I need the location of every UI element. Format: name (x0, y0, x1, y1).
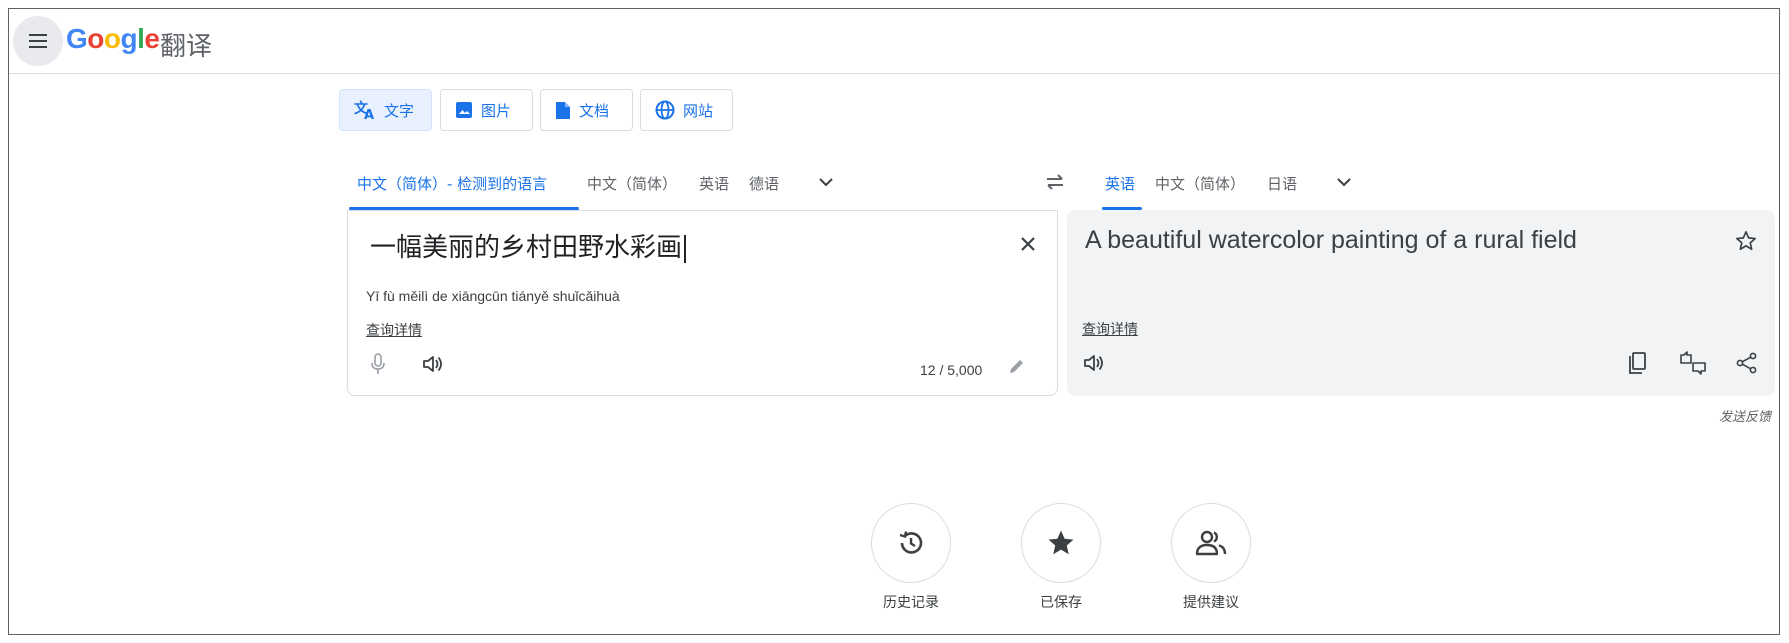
source-lang-detected[interactable]: 中文（简体）- 检测到的语言 (357, 173, 547, 194)
image-icon (456, 102, 472, 118)
main-menu-button[interactable] (13, 16, 63, 66)
close-icon (1021, 237, 1035, 251)
clear-source-button[interactable] (1013, 229, 1043, 259)
target-lang-japanese[interactable]: 日语 (1267, 173, 1297, 194)
swap-arrows-icon (1047, 174, 1063, 190)
target-lang-english[interactable]: 英语 (1105, 173, 1135, 194)
translated-text: A beautiful watercolor painting of a rur… (1085, 226, 1577, 254)
source-listen-button[interactable] (418, 349, 448, 379)
top-bar: Google 翻译 (9, 9, 1779, 74)
google-logo[interactable]: Google (66, 23, 160, 55)
microphone-icon (371, 353, 385, 374)
swap-languages-button[interactable] (1041, 169, 1069, 195)
saved-label: 已保存 (1040, 595, 1082, 611)
star-icon (1048, 530, 1074, 555)
people-icon (1195, 530, 1227, 556)
contribute-label: 提供建议 (1183, 595, 1239, 611)
history-label: 历史记录 (883, 595, 939, 611)
app-name: 翻译 (160, 32, 213, 62)
copy-translation-button[interactable] (1622, 347, 1652, 379)
chevron-down-icon (819, 178, 833, 187)
globe-icon (655, 100, 675, 120)
handwriting-button[interactable] (1003, 354, 1029, 380)
text-caret (684, 234, 686, 263)
chevron-down-icon (1337, 178, 1351, 187)
source-lang-more-button[interactable] (814, 172, 838, 192)
tab-document[interactable]: 文档 (540, 89, 633, 131)
document-icon (556, 101, 570, 119)
source-pinyin: Yī fù měilì de xiāngcūn tiányě shuǐcǎihu… (366, 288, 620, 304)
history-icon (899, 531, 923, 554)
source-text-panel: 一幅美丽的乡村田野水彩画 Yī fù měilì de xiāngcūn tiá… (347, 210, 1058, 396)
copy-icon (1629, 352, 1646, 374)
source-lang-german[interactable]: 德语 (749, 173, 779, 194)
saved-button[interactable] (1021, 503, 1101, 583)
hamburger-menu-icon (29, 34, 47, 48)
star-outline-icon (1736, 231, 1756, 251)
send-feedback-link[interactable]: 发送反馈 (1719, 406, 1771, 425)
source-text-input[interactable]: 一幅美丽的乡村田野水彩画 (370, 227, 686, 264)
app-window: Google 翻译 文 A 文字 图片 文档 网站 中文（简体）- 检测到的语言… (8, 8, 1780, 635)
tab-website[interactable]: 网站 (640, 89, 733, 131)
target-lang-chinese[interactable]: 中文（简体） (1155, 173, 1245, 194)
translate-icon: 文 A (354, 100, 374, 120)
thumbs-rating-icon (1680, 351, 1706, 375)
contribute-button[interactable] (1171, 503, 1251, 583)
source-lang-english[interactable]: 英语 (699, 173, 729, 194)
pencil-icon (1010, 360, 1023, 373)
character-count: 12 / 5,000 (920, 362, 983, 378)
voice-input-button[interactable] (364, 349, 392, 379)
share-icon (1736, 352, 1757, 374)
rate-translation-button[interactable] (1677, 347, 1709, 379)
target-details-link[interactable]: 查询详情 (1082, 319, 1138, 339)
target-lang-more-button[interactable] (1332, 172, 1356, 192)
source-lang-chinese[interactable]: 中文（简体） (587, 173, 677, 194)
source-details-link[interactable]: 查询详情 (366, 320, 422, 340)
save-translation-button[interactable] (1731, 226, 1761, 256)
share-translation-button[interactable] (1731, 347, 1763, 379)
tab-text[interactable]: 文 A 文字 (339, 89, 432, 131)
speaker-icon (1084, 355, 1103, 371)
target-text-panel: A beautiful watercolor painting of a rur… (1067, 210, 1775, 396)
speaker-icon (423, 356, 442, 372)
tab-image[interactable]: 图片 (440, 89, 533, 131)
target-listen-button[interactable] (1079, 348, 1109, 378)
svg-text:A: A (364, 108, 374, 120)
history-button[interactable] (871, 503, 951, 583)
